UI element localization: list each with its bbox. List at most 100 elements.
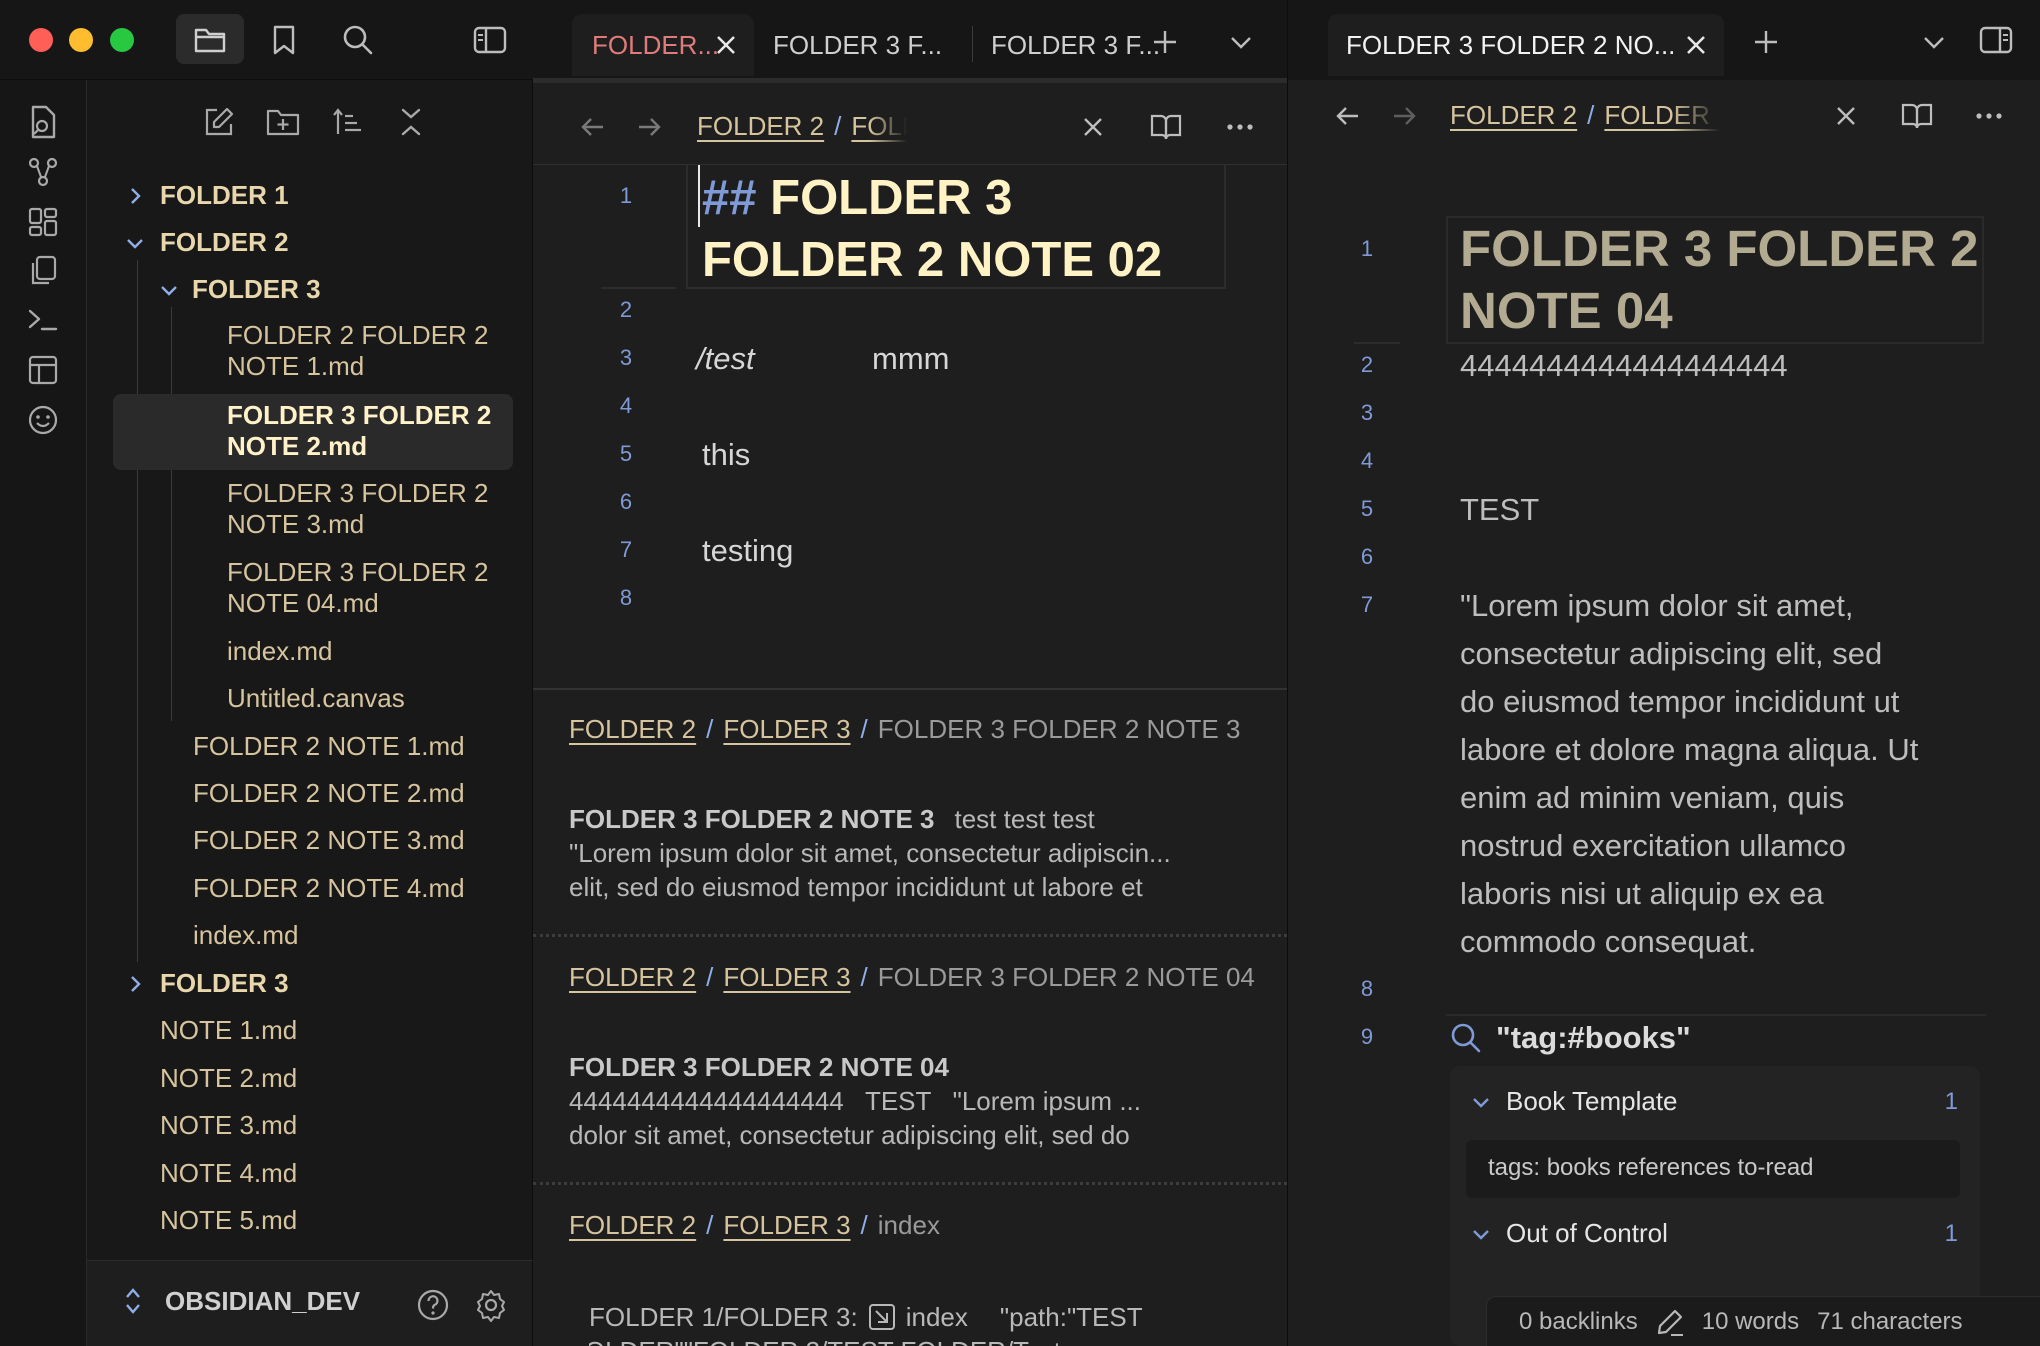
editor[interactable]: 1 2 3 4 5 6 7 8 ## FOLDER 3 FOLDER 2 NOT… <box>533 165 1287 688</box>
close-window-button[interactable] <box>29 28 53 52</box>
tree-file[interactable]: NOTE 1.md <box>160 1015 297 1046</box>
layout-grid-icon <box>27 206 59 238</box>
breadcrumb-item[interactable]: FOLDER 2 <box>697 111 824 141</box>
tree-file[interactable]: index.md <box>227 636 333 667</box>
reading-view-button[interactable] <box>1143 105 1189 149</box>
open-canvas-button[interactable] <box>23 202 63 242</box>
more-options-button[interactable] <box>1217 105 1263 149</box>
close-icon[interactable] <box>1684 33 1708 57</box>
backlink-path-item[interactable]: FOLDER 3 <box>723 962 850 992</box>
pencil-icon[interactable] <box>1656 1308 1684 1336</box>
tab[interactable]: FOLDER 3 F... <box>773 14 963 76</box>
settings-button[interactable] <box>471 1285 511 1325</box>
tree-folder-folder-3[interactable]: FOLDER 3 <box>157 274 321 305</box>
open-terminal-button[interactable] <box>23 300 63 340</box>
new-tab-button[interactable] <box>1147 24 1183 60</box>
heading-marker: ## <box>702 171 757 225</box>
tree-file[interactable]: FOLDER 3 FOLDER 2 NOTE 3.md <box>227 478 503 540</box>
minimize-window-button[interactable] <box>69 28 93 52</box>
close-pane-button[interactable] <box>1826 96 1866 136</box>
vault-switcher[interactable]: OBSIDIAN_DEV <box>123 1285 360 1317</box>
backlink-snippet[interactable]: FOLDER 3 FOLDER 2 NOTE 3 test test test "… <box>569 802 1269 904</box>
new-tab-button[interactable] <box>1748 24 1784 60</box>
tab-active[interactable]: FOLDER... <box>572 14 754 76</box>
breadcrumb-item[interactable]: FOLDER 3 <box>851 111 907 141</box>
bookmarks-tab-button[interactable] <box>262 20 306 60</box>
result-match[interactable]: tags: books references to-read <box>1466 1140 1960 1198</box>
close-pane-button[interactable] <box>1073 107 1113 147</box>
copy-icon <box>27 254 59 288</box>
sort-button[interactable] <box>325 102 369 142</box>
backlink-path-item[interactable]: FOLDER 2 <box>569 714 696 744</box>
tree-label: NOTE 1.md <box>160 1015 298 1045</box>
tree-file[interactable]: NOTE 2.md <box>160 1063 297 1094</box>
backlink-note-name[interactable]: index <box>878 1210 940 1240</box>
open-quick-switcher-button[interactable] <box>23 102 63 142</box>
tree-file[interactable]: Untitled.canvas <box>227 683 405 714</box>
collapse-all-button[interactable] <box>389 102 433 142</box>
breadcrumb-item[interactable]: FOLDER 2 <box>1450 100 1577 130</box>
tree-file[interactable]: FOLDER 2 NOTE 3.md <box>193 825 465 856</box>
new-note-button[interactable] <box>197 102 241 142</box>
backlink-note-name[interactable]: FOLDER 3 FOLDER 2 NOTE 04 <box>878 962 1255 992</box>
snippet-text: index <box>905 1302 968 1332</box>
snippet-line: 4444444444444444444 TEST "Lorem ipsum ..… <box>569 1086 1141 1116</box>
plus-icon <box>1152 29 1178 55</box>
tree-file[interactable]: NOTE 4.md <box>160 1158 297 1189</box>
tree-folder-folder-1[interactable]: FOLDER 1 <box>123 180 289 211</box>
tree-file-active[interactable]: FOLDER 3 FOLDER 2 NOTE 2.md <box>227 400 503 462</box>
tree-file[interactable]: NOTE 5.md <box>160 1205 297 1236</box>
backlink-path-item[interactable]: FOLDER 2 <box>569 1210 696 1240</box>
tree-file[interactable]: index.md <box>193 920 299 951</box>
line-number: 5 <box>1360 496 1374 521</box>
create-copies-button[interactable] <box>23 251 63 291</box>
backlink-snippet[interactable]: FOLDER 3 FOLDER 2 NOTE 04 44444444444444… <box>569 1050 1269 1152</box>
new-folder-button[interactable] <box>261 102 305 142</box>
tab-list-button[interactable] <box>1916 24 1952 60</box>
nav-forward-button[interactable] <box>629 107 669 147</box>
tab[interactable]: FOLDER 3 F... <box>991 14 1161 76</box>
backlink-note-name[interactable]: FOLDER 3 FOLDER 2 NOTE 3 <box>878 714 1241 744</box>
nav-back-button[interactable] <box>573 107 613 147</box>
files-tab-button[interactable] <box>176 14 244 64</box>
tree-folder-folder-2[interactable]: FOLDER 2 <box>123 227 289 258</box>
backlink-path-item[interactable]: FOLDER 3 <box>723 1210 850 1240</box>
tree-file[interactable]: FOLDER 2 NOTE 1.md <box>193 731 465 762</box>
search-tab-button[interactable] <box>336 20 380 60</box>
more-options-button[interactable] <box>1966 94 2012 138</box>
nav-forward-button[interactable] <box>1384 96 1424 136</box>
tree-label: index.md <box>227 636 333 666</box>
tab-list-button[interactable] <box>1223 24 1259 60</box>
embedded-query-header[interactable]: "tag:#books" <box>1450 1020 1691 1056</box>
toggle-right-sidebar-button[interactable] <box>1974 20 2018 60</box>
backlink-snippet[interactable]: FOLDER 1/FOLDER 3: index "path:"TEST FOL… <box>589 1300 1279 1346</box>
tab-active[interactable]: FOLDER 3 FOLDER 2 NO... <box>1328 14 1724 76</box>
help-button[interactable] <box>413 1285 453 1325</box>
nav-back-button[interactable] <box>1328 96 1368 136</box>
backlink-path-item[interactable]: FOLDER 3 <box>723 714 850 744</box>
plugin-button[interactable] <box>23 400 63 440</box>
backlink-path-item[interactable]: FOLDER 2 <box>569 962 696 992</box>
tree-file[interactable]: NOTE 3.md <box>160 1110 297 1141</box>
backlink-count[interactable]: 0 backlinks <box>1519 1308 1638 1336</box>
breadcrumb-item[interactable]: FOLDER 3 <box>1604 100 1720 130</box>
insert-template-button[interactable] <box>23 350 63 390</box>
tree-file[interactable]: FOLDER 2 FOLDER 2 NOTE 1.md <box>227 320 503 382</box>
open-graph-view-button[interactable] <box>23 152 63 192</box>
tree-file[interactable]: FOLDER 2 NOTE 4.md <box>193 873 465 904</box>
reading-view-button[interactable] <box>1894 94 1940 138</box>
close-icon[interactable] <box>714 33 738 57</box>
tree-file[interactable]: FOLDER 2 NOTE 2.md <box>193 778 465 809</box>
status-bar: 0 backlinks 10 words 71 characters <box>1486 1296 2040 1346</box>
tree-folder-folder-3-root[interactable]: FOLDER 3 <box>123 968 289 999</box>
zoom-window-button[interactable] <box>110 28 134 52</box>
tree-file[interactable]: FOLDER 3 FOLDER 2 NOTE 04.md <box>227 557 503 619</box>
tree-label: FOLDER 2 <box>160 227 289 257</box>
toggle-left-sidebar-button[interactable] <box>468 20 512 60</box>
result-divider <box>533 934 1287 937</box>
arrow-left-icon <box>580 114 606 140</box>
tree-label: FOLDER 1 <box>160 180 289 210</box>
snippet-text: FOLDER""FOLDER 3/TEST FOLDER/Test <box>589 1334 1279 1346</box>
query-result-header[interactable]: Out of Control <box>1470 1218 1668 1249</box>
query-result-header[interactable]: Book Template <box>1470 1086 1678 1117</box>
